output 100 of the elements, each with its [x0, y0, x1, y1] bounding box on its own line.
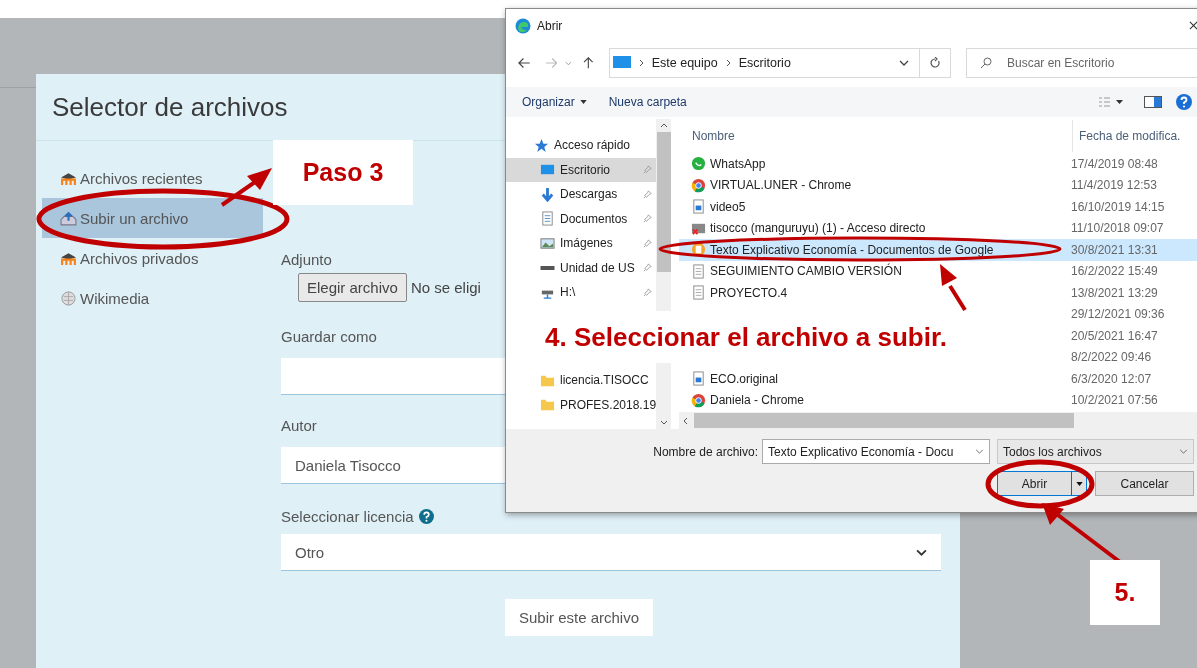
file-date: 6/3/2020 12:07 [1071, 371, 1152, 386]
navigation-item[interactable]: Unidad de US [506, 255, 656, 280]
chevron-right-icon [638, 59, 644, 67]
help-icon[interactable] [1176, 94, 1192, 110]
scroll-left-icon[interactable] [683, 416, 688, 425]
file-row[interactable]: tisocco (manguruyu) (1) - Acceso directo 11/10/2018 09:07 [679, 217, 1197, 239]
chevron-down-icon [1179, 449, 1188, 454]
file-row[interactable]: Daniela - Chrome 10/2/2021 07:56 [679, 389, 1197, 411]
picture-icon [540, 235, 555, 251]
new-folder-button[interactable]: Nueva carpeta [604, 93, 691, 111]
file-row[interactable]: SEGUIMIENTO CAMBIO VERSIÓN 16/2/2022 15:49 [679, 260, 1197, 282]
caret-down-icon [579, 100, 587, 104]
navigation-item[interactable]: Descargas [506, 182, 656, 207]
file-date: 20/5/2021 16:47 [1071, 328, 1158, 343]
monitor-icon [612, 56, 631, 70]
file-name: video5 [710, 199, 746, 214]
file-date: 16/2/2022 15:49 [1071, 264, 1158, 279]
file-type-select[interactable]: Todos los archivos [997, 439, 1194, 464]
file-name: WhatsApp [710, 156, 766, 171]
navigation-item[interactable]: Imágenes [506, 231, 656, 256]
preview-pane-icon[interactable] [1144, 96, 1162, 108]
panel-title: Selector de archivos [52, 91, 288, 123]
globe-icon [60, 290, 77, 306]
chat-bubble-icon [691, 156, 706, 172]
address-bar[interactable]: Este equipo Escritorio [608, 48, 920, 78]
cancel-button[interactable]: Cancelar [1095, 471, 1194, 496]
file-date: 8/2/2022 09:46 [1071, 350, 1152, 365]
browser-icon [691, 177, 706, 193]
field-label: Adjunto [281, 251, 332, 270]
file-name: Daniela - Chrome [710, 393, 805, 408]
search-icon [980, 57, 992, 69]
file-row[interactable]: VIRTUAL.UNER - Chrome 11/4/2019 12:53 [679, 174, 1197, 196]
dialog-title: Abrir [537, 19, 563, 33]
file-name: PROYECTO.4 [710, 285, 788, 300]
license-select[interactable]: Otro [281, 534, 941, 571]
text-file-icon [691, 285, 706, 301]
file-status-text: No se eligi [410, 279, 481, 296]
file-row[interactable]: PROYECTO.4 13/8/2021 13:29 [679, 282, 1197, 304]
file-date: 10/2/2021 07:56 [1071, 393, 1158, 408]
file-date: 11/4/2019 12:53 [1071, 178, 1157, 193]
app-icon [515, 18, 531, 34]
up-arrow-icon[interactable] [582, 57, 595, 69]
field-label: Seleccionar licencia [281, 507, 414, 525]
text-file-icon [691, 263, 706, 279]
down-arrow-icon [540, 186, 555, 202]
folder-icon [540, 397, 555, 413]
column-header[interactable]: Fecha de modifica. [1072, 120, 1181, 152]
scroll-down-icon[interactable] [659, 420, 668, 425]
back-arrow-icon[interactable] [518, 57, 531, 69]
organize-menu[interactable]: Organizar [518, 93, 591, 111]
refresh-button[interactable] [919, 48, 951, 78]
file-date: 17/4/2019 08:48 [1071, 156, 1158, 171]
media-file-icon [691, 199, 706, 215]
pin-icon [643, 189, 652, 199]
pin-icon [643, 238, 652, 248]
choose-file-button[interactable]: Elegir archivo [298, 273, 407, 302]
view-options-icon[interactable] [1098, 96, 1124, 108]
navigation-item[interactable]: licencia.TISOCC [506, 368, 656, 393]
annotation-callout: 5. [1090, 560, 1160, 625]
field-label: Guardar como [281, 328, 377, 347]
close-icon[interactable] [1189, 21, 1197, 30]
file-date: 16/10/2019 14:15 [1071, 199, 1165, 214]
upload-button[interactable]: Subir este archivo [504, 599, 654, 636]
file-row[interactable]: video5 16/10/2019 14:15 [679, 196, 1197, 218]
repository-item[interactable]: Wikimedia [42, 278, 263, 318]
chevron-down-icon [898, 60, 909, 66]
file-name: Texto Explicativo Economía - Documentos de Google [710, 242, 994, 257]
navigation-item[interactable]: H:\ [506, 280, 656, 305]
pin-icon [643, 263, 652, 273]
repository-item[interactable]: Archivos recientes [42, 158, 263, 198]
file-name-field[interactable]: Texto Explicativo Economía - Docu [762, 439, 990, 464]
file-name: SEGUIMIENTO CAMBIO VERSIÓN [710, 264, 902, 279]
navigation-item[interactable]: PROFES.2018.19 [506, 392, 656, 417]
file-row[interactable]: ECO.original 6/3/2020 12:07 [679, 368, 1197, 390]
file-date: 11/10/2018 09:07 [1071, 221, 1164, 236]
horizontal-scrollbar[interactable] [679, 412, 1197, 429]
repository-item[interactable]: Archivos privados [42, 238, 263, 278]
scroll-up-icon[interactable] [659, 123, 668, 128]
document-icon [540, 211, 555, 227]
pointer-arrow [940, 264, 967, 312]
file-row[interactable]: WhatsApp 17/4/2019 08:48 [679, 153, 1197, 175]
chevron-down-icon [916, 548, 927, 556]
caret-down-icon [1075, 481, 1083, 486]
upload-icon [60, 210, 77, 226]
repository-item[interactable]: Subir un archivo [42, 198, 263, 238]
column-header[interactable]: Nombre [679, 129, 1072, 143]
browser-icon [691, 392, 706, 408]
help-icon[interactable] [418, 508, 434, 524]
media-file-icon [691, 371, 706, 387]
file-date: 29/12/2021 09:36 [1071, 307, 1165, 322]
open-button[interactable]: Abrir [997, 471, 1087, 496]
star-icon [534, 137, 549, 153]
file-name: VIRTUAL.UNER - Chrome [710, 178, 852, 193]
pin-icon [643, 214, 652, 224]
navigation-item[interactable]: Documentos [506, 206, 656, 231]
navigation-item[interactable]: Escritorio [506, 157, 656, 182]
search-field[interactable]: Buscar en Escritorio [966, 48, 1197, 78]
navigation-item[interactable]: Acceso rápido [506, 133, 656, 158]
drive-icon [540, 265, 555, 270]
pointer-arrow [220, 168, 272, 207]
